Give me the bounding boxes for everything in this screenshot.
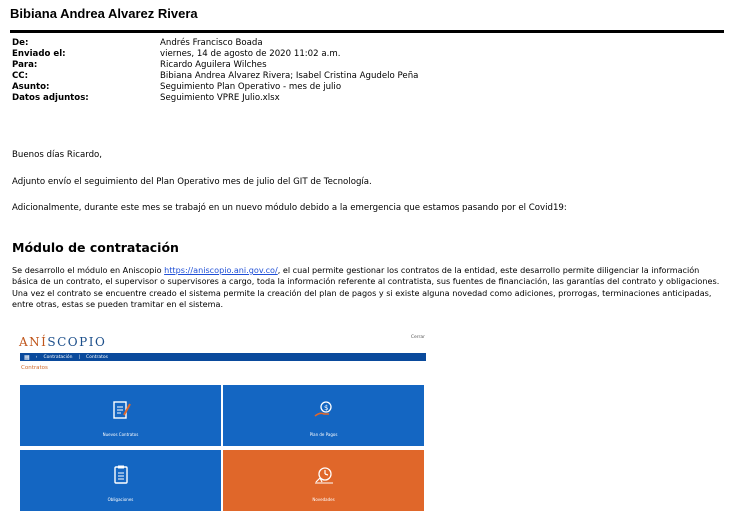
grid-menu-icon[interactable]: ▦ bbox=[24, 354, 30, 361]
header-divider bbox=[10, 30, 724, 33]
tile-label: Novedades bbox=[312, 497, 335, 502]
header-label: De: bbox=[12, 38, 29, 48]
greeting: Buenos días Ricardo, bbox=[12, 150, 103, 160]
svg-text:$: $ bbox=[324, 404, 328, 412]
document-edit-icon bbox=[112, 401, 131, 419]
para-text: Se desarrollo el módulo en Aniscopio bbox=[12, 265, 165, 275]
money-hand-icon: $ bbox=[314, 401, 332, 417]
chevron-left-icon[interactable]: ‹ bbox=[36, 355, 38, 360]
section-title: Módulo de contratación bbox=[12, 240, 179, 255]
body-line-2: Adicionalmente, durante este mes se trab… bbox=[12, 203, 567, 213]
aniscopio-screenshot: ANÍSCOPIO Cerrar ▦ ‹ Contratación | Cont… bbox=[17, 333, 427, 513]
email-headers: De: Andrés Francisco Boada Enviado el: v… bbox=[12, 38, 418, 104]
module-paragraph: Se desarrollo el módulo en Aniscopio htt… bbox=[12, 265, 727, 310]
header-value: Seguimiento Plan Operativo - mes de juli… bbox=[160, 82, 342, 92]
header-from: De: Andrés Francisco Boada bbox=[12, 38, 418, 49]
logo-prefix: ANÍ bbox=[19, 335, 48, 349]
attachment-link[interactable]: Seguimiento VPRE Julio.xlsx bbox=[160, 93, 280, 104]
header-value: viernes, 14 de agosto de 2020 11:02 a.m. bbox=[160, 49, 341, 59]
header-subject: Asunto: Seguimiento Plan Operativo - mes… bbox=[12, 82, 418, 93]
header-label: Para: bbox=[12, 60, 38, 70]
app-nav-bar: ▦ ‹ Contratación | Contratos bbox=[20, 353, 426, 361]
header-cc: CC: Bibiana Andrea Alvarez Rivera; Isabe… bbox=[12, 71, 418, 82]
header-value[interactable]: Andrés Francisco Boada bbox=[160, 38, 263, 49]
header-label: CC: bbox=[12, 71, 29, 81]
tile-plan-de-pagos[interactable]: $ Plan de Pagos bbox=[223, 385, 424, 446]
nav-item[interactable]: Contratos bbox=[86, 355, 108, 360]
header-value[interactable]: Bibiana Andrea Alvarez Rivera; Isabel Cr… bbox=[160, 71, 418, 82]
header-label: Enviado el: bbox=[12, 49, 66, 59]
alarm-clock-icon bbox=[314, 467, 333, 484]
header-value[interactable]: Ricardo Aguilera Wilches bbox=[160, 60, 267, 71]
tile-label: Nuevos Contratos bbox=[102, 432, 139, 437]
header-label: Datos adjuntos: bbox=[12, 93, 89, 103]
tile-label: Obligaciones bbox=[107, 497, 134, 502]
tile-novedades[interactable]: Novedades bbox=[223, 450, 424, 511]
nav-item[interactable]: Contratación bbox=[43, 355, 72, 360]
header-label: Asunto: bbox=[12, 82, 50, 92]
aniscopio-logo: ANÍSCOPIO bbox=[19, 335, 106, 349]
checklist-icon bbox=[113, 465, 128, 484]
body-line-1: Adjunto envío el seguimiento del Plan Op… bbox=[12, 177, 372, 187]
tile-obligaciones[interactable]: Obligaciones bbox=[20, 450, 221, 511]
aniscopio-link[interactable]: https://aniscopio.ani.gov.co/ bbox=[164, 265, 278, 275]
header-sent: Enviado el: viernes, 14 de agosto de 202… bbox=[12, 49, 418, 60]
header-attachments: Datos adjuntos: Seguimiento VPRE Julio.x… bbox=[12, 93, 418, 104]
tile-label: Plan de Pagos bbox=[309, 432, 338, 437]
header-to: Para: Ricardo Aguilera Wilches bbox=[12, 60, 418, 71]
sender-name: Bibiana Andrea Alvarez Rivera bbox=[10, 6, 198, 21]
app-section-title: Contratos bbox=[21, 365, 48, 371]
logo-suffix: SCOPIO bbox=[47, 335, 107, 349]
nav-separator: | bbox=[78, 354, 80, 360]
user-menu[interactable]: Cerrar bbox=[411, 335, 425, 340]
tile-nuevos-contratos[interactable]: Nuevos Contratos bbox=[20, 385, 221, 446]
